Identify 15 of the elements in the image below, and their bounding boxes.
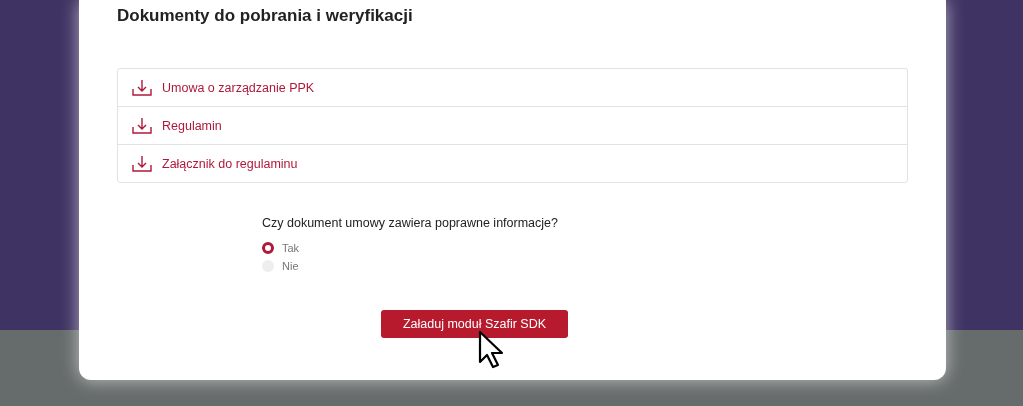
radio-option[interactable]: Tak [262,241,908,255]
section-title: Dokumenty do pobrania i weryfikacji [117,6,414,26]
document-link[interactable]: Załącznik do regulaminu [118,144,907,182]
radio-option[interactable]: Nie [262,259,908,273]
download-icon [132,154,152,173]
load-module-button[interactable]: Załaduj moduł Szafir SDK [381,310,568,338]
document-link[interactable]: Regulamin [118,106,907,144]
download-icon [132,78,152,97]
option-label: Nie [282,260,299,272]
radio-button[interactable] [262,242,274,254]
download-icon [132,116,152,135]
question-text: Czy dokument umowy zawiera poprawne informacje? [262,215,559,231]
document-link[interactable]: Umowa o zarządzanie PPK [118,69,907,106]
cursor-icon [478,330,504,370]
option-label: Tak [282,242,300,254]
